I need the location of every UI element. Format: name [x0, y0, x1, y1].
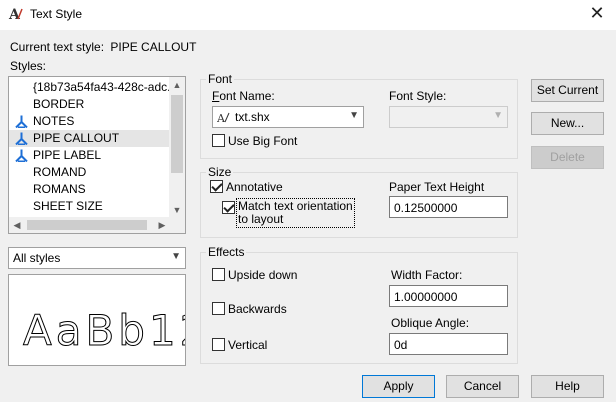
chevron-down-icon: ▼	[349, 110, 359, 121]
cancel-button[interactable]: Cancel	[446, 375, 519, 398]
current-style-line: Current text style: PIPE CALLOUT	[10, 40, 196, 54]
styles-label: Styles:	[10, 59, 47, 73]
use-big-font-label: Use Big Font	[228, 134, 298, 148]
style-list-item-label: PIPE CALLOUT	[33, 131, 120, 145]
style-list-item-label: SHEET SIZE	[33, 199, 103, 213]
annotative-icon	[15, 115, 28, 128]
annotative-label: Annotative	[226, 180, 283, 194]
delete-button[interactable]: Delete	[531, 146, 604, 169]
paper-height-input[interactable]: 0.12500000	[389, 196, 508, 218]
backwards-checkbox[interactable]	[212, 302, 225, 315]
paper-height-value: 0.12500000	[394, 201, 458, 215]
style-preview: AaBb12	[8, 274, 186, 366]
styles-filter-dropdown[interactable]: All styles ▼	[8, 247, 186, 269]
paper-height-label: Paper Text Height	[389, 180, 485, 194]
chevron-down-icon: ▼	[493, 110, 503, 121]
vertical-checkbox[interactable]	[212, 338, 225, 351]
current-style-value: PIPE CALLOUT	[110, 40, 197, 54]
annotative-checkbox[interactable]	[210, 180, 223, 193]
scroll-thumb-horizontal[interactable]	[27, 220, 147, 230]
svg-text:A: A	[217, 112, 226, 124]
styles-list[interactable]: {18b73a54fa43-428c-adc... BORDER NOTES PIPE…	[8, 76, 186, 234]
oblique-angle-value: 0d	[394, 338, 408, 352]
scroll-right-icon[interactable]: ▶	[155, 218, 169, 232]
style-list-item[interactable]: ROMAND	[9, 164, 169, 181]
preview-sample-text: AaBb12	[23, 306, 186, 355]
font-name-value: txt.shx	[235, 110, 270, 124]
font-style-label: Font Style:	[389, 89, 447, 103]
style-list-item-label: BORDER	[33, 97, 85, 111]
font-name-dropdown[interactable]: A txt.shx ▼	[212, 106, 364, 128]
style-list-item[interactable]: NOTES	[9, 113, 169, 130]
preview-sample: AaBb12	[23, 306, 186, 356]
font-type-icon: A	[217, 112, 230, 124]
style-list-item-label: PIPE LABEL	[33, 148, 102, 162]
style-list-item[interactable]: ROMANS	[9, 181, 169, 198]
apply-button[interactable]: Apply	[362, 375, 435, 398]
style-list-item-label: {18b73a54fa43-428c-adc...	[33, 80, 169, 94]
width-factor-input[interactable]: 1.00000000	[389, 285, 508, 307]
oblique-angle-input[interactable]: 0d	[389, 333, 508, 355]
window-title: Text Style	[30, 7, 83, 21]
font-name-label: Font Name:	[212, 89, 275, 103]
style-list-item[interactable]: BORDER	[9, 96, 169, 113]
scroll-thumb[interactable]	[171, 95, 183, 173]
font-name-label-rest: ont Name:	[219, 89, 275, 103]
backwards-label: Backwards	[228, 302, 287, 316]
width-factor-label: Width Factor:	[391, 268, 463, 282]
styles-vertical-scrollbar[interactable]: ▲ ▼	[169, 77, 185, 218]
styles-horizontal-scrollbar[interactable]: ◀ ▶	[9, 217, 185, 233]
match-orientation-label-line2: to layout	[238, 212, 284, 226]
size-group-label: Size	[206, 165, 234, 179]
style-list-item-label: ROMANS	[33, 182, 86, 196]
new-button[interactable]: New...	[531, 112, 604, 135]
use-big-font-checkbox[interactable]	[212, 134, 225, 147]
style-list-item-label: NOTES	[33, 114, 75, 128]
style-list-item[interactable]: {18b73a54fa43-428c-adc...	[9, 79, 169, 96]
annotative-icon	[15, 149, 28, 162]
text-style-app-icon: A	[8, 7, 23, 22]
match-orientation-checkbox[interactable]	[222, 201, 235, 214]
match-orientation-label: Match text orientation to layout	[236, 198, 355, 228]
annotative-icon	[15, 132, 28, 145]
scroll-up-icon[interactable]: ▲	[170, 78, 184, 92]
current-style-label: Current text style:	[10, 40, 105, 54]
oblique-angle-label: Oblique Angle:	[391, 316, 470, 330]
help-button[interactable]: Help	[531, 375, 604, 398]
upside-down-checkbox[interactable]	[212, 268, 225, 281]
set-current-button[interactable]: Set Current	[531, 79, 604, 102]
title-bar: A Text Style ✕	[0, 0, 616, 30]
font-style-dropdown[interactable]: ▼	[389, 106, 508, 128]
vertical-label: Vertical	[228, 338, 268, 352]
effects-group-label: Effects	[206, 245, 247, 259]
font-group-label: Font	[206, 72, 235, 86]
style-list-item-label: ROMAND	[33, 165, 87, 179]
style-list-item[interactable]: PIPE LABEL	[9, 147, 169, 164]
scroll-left-icon[interactable]: ◀	[10, 218, 24, 232]
width-factor-value: 1.00000000	[394, 290, 458, 304]
style-list-item[interactable]: SHEET SIZE	[9, 198, 169, 215]
scroll-down-icon[interactable]: ▼	[170, 203, 184, 217]
upside-down-label: Upside down	[228, 268, 298, 282]
styles-filter-value: All styles	[13, 251, 61, 265]
chevron-down-icon: ▼	[171, 251, 181, 262]
style-list-item[interactable]: PIPE CALLOUT	[9, 130, 169, 147]
close-icon[interactable]: ✕	[585, 3, 609, 25]
